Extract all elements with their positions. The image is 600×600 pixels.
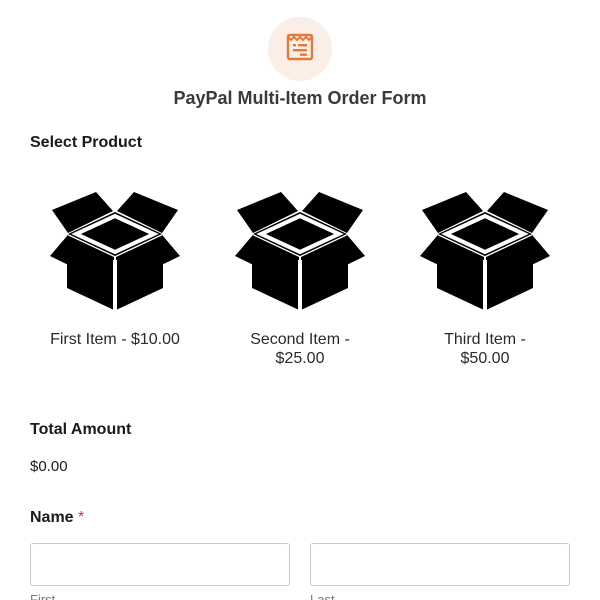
product-option-third[interactable]: Third Item - $50.00	[400, 190, 570, 368]
open-box-icon	[215, 190, 385, 310]
last-name-input[interactable]	[310, 543, 570, 586]
name-label-text: Name	[30, 509, 74, 526]
product-option-label: First Item - $10.00	[50, 331, 180, 348]
name-field-label: Name *	[30, 509, 84, 527]
total-amount-value: $0.00	[30, 458, 68, 475]
product-option-label: Third Item - $50.00	[444, 331, 526, 367]
total-amount-label: Total Amount	[30, 421, 132, 438]
form-title: PayPal Multi-Item Order Form	[173, 88, 427, 108]
form-header-icon-badge	[268, 17, 332, 81]
first-name-sublabel: First	[30, 592, 56, 600]
order-form-icon	[285, 32, 315, 67]
product-option-first[interactable]: First Item - $10.00	[30, 190, 200, 349]
open-box-icon	[400, 190, 570, 310]
select-product-label: Select Product	[30, 134, 143, 151]
product-option-label: Second Item - $25.00	[250, 331, 350, 367]
product-option-second[interactable]: Second Item - $25.00	[215, 190, 385, 368]
required-indicator: *	[78, 509, 85, 526]
last-name-sublabel: Last	[310, 592, 335, 600]
open-box-icon	[30, 190, 200, 310]
first-name-input[interactable]	[30, 543, 290, 586]
